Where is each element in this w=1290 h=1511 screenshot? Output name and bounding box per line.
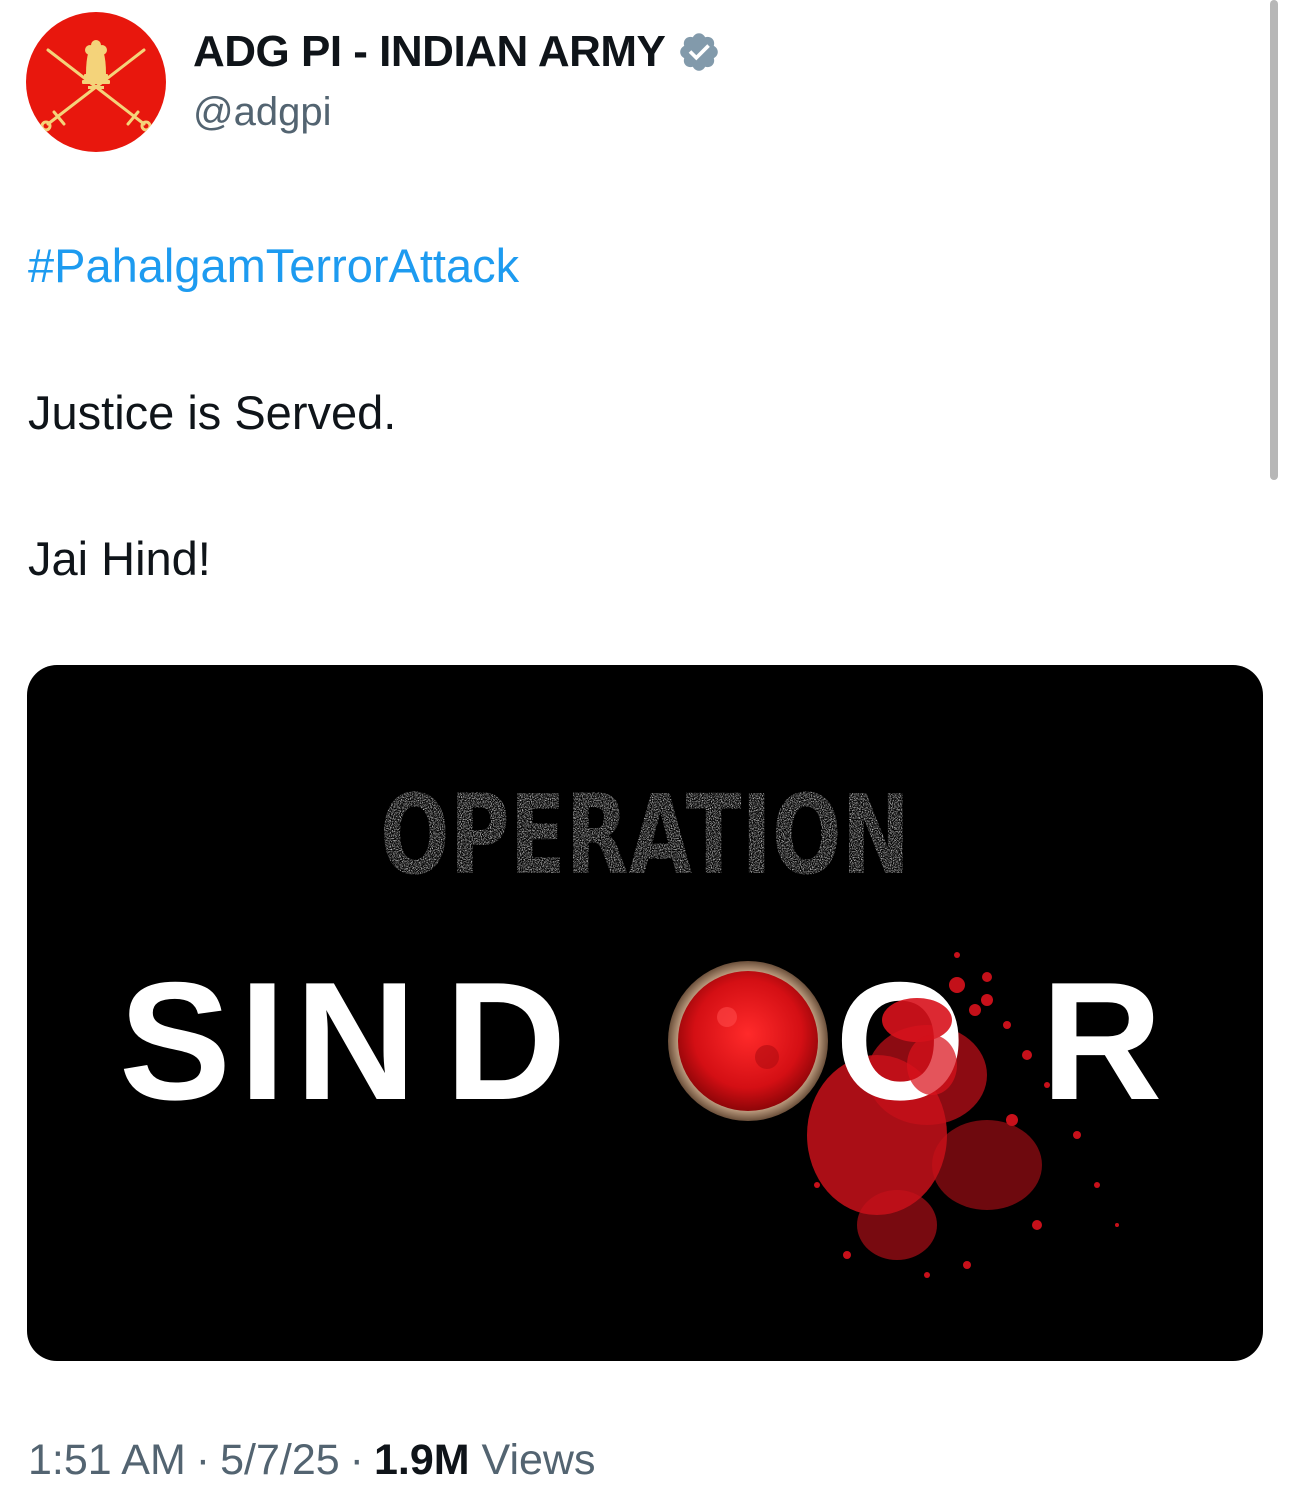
graphic-letter-s: S bbox=[119, 947, 231, 1135]
graphic-letter-r: R bbox=[1041, 947, 1162, 1135]
verified-badge-icon[interactable] bbox=[677, 30, 721, 74]
tweet-text-line-1: Justice is Served. bbox=[28, 386, 397, 439]
author-name-row[interactable]: ADG PI - INDIAN ARMY bbox=[193, 26, 721, 78]
graphic-title-top: OPERATION bbox=[380, 771, 910, 899]
tweet-time[interactable]: 1:51 AM bbox=[28, 1436, 186, 1484]
meta-separator: · bbox=[195, 1436, 211, 1484]
scrollbar[interactable] bbox=[1270, 0, 1278, 480]
author-handle[interactable]: @adgpi bbox=[193, 88, 331, 136]
hashtag-link[interactable]: #PahalgamTerrorAttack bbox=[28, 237, 519, 295]
tweet-date[interactable]: 5/7/25 bbox=[220, 1436, 340, 1484]
tweet-text-line-2: Jai Hind! bbox=[28, 532, 211, 585]
views-count[interactable]: 1.9M bbox=[374, 1436, 470, 1484]
graphic-letter-d: D bbox=[445, 947, 566, 1135]
avatar[interactable] bbox=[26, 12, 166, 152]
author-display-name[interactable]: ADG PI - INDIAN ARMY bbox=[193, 26, 666, 78]
graphic-letter-i: I bbox=[239, 947, 286, 1135]
views-label[interactable]: Views bbox=[482, 1436, 596, 1484]
tweet-media-image[interactable]: OPERATION S I N D O R bbox=[27, 665, 1263, 1361]
meta-separator: · bbox=[349, 1436, 364, 1484]
graphic-letter-n: N bbox=[295, 947, 416, 1135]
tweet-meta: 1:51 AM · 5/7/25 · 1.9M Views bbox=[28, 1433, 595, 1487]
sindoor-bowl-icon bbox=[668, 961, 828, 1121]
indian-army-crest-icon bbox=[40, 40, 152, 132]
operation-sindoor-graphic: OPERATION S I N D O R bbox=[119, 771, 1162, 1278]
